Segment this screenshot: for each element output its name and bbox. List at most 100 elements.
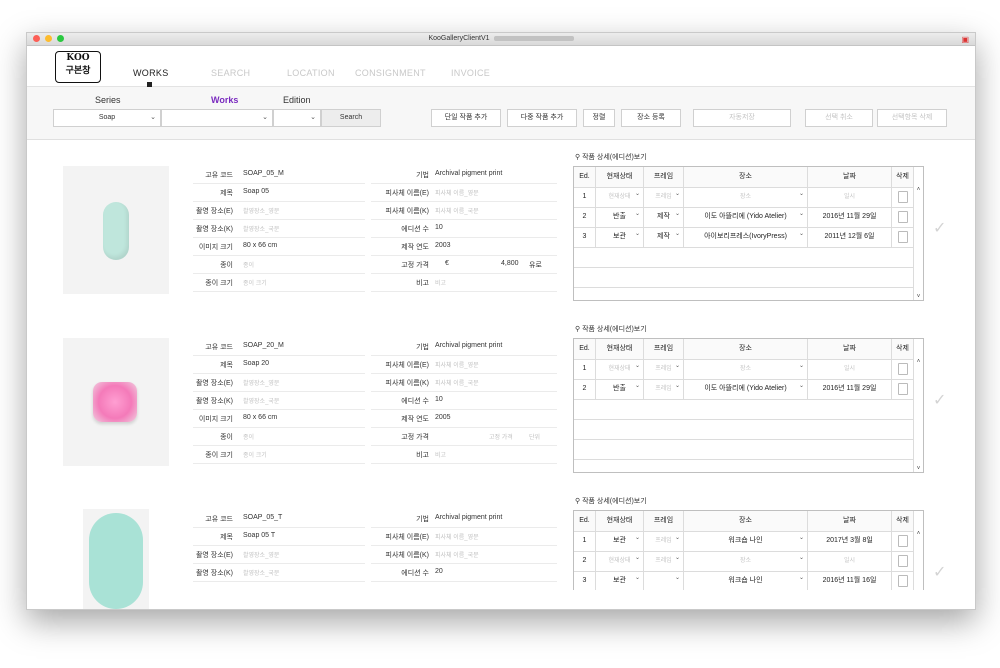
delete-edition-button[interactable] [892, 207, 914, 227]
edition-row[interactable]: 1 현재상태 ⌄ 프레임 ⌄ 장소 ⌄ 일시 [574, 187, 914, 208]
delete-edition-button[interactable] [892, 379, 914, 399]
tab-invoice[interactable]: INVOICE [451, 68, 490, 78]
edition-detail-toggle[interactable]: ⚲ 작품 상세(에디션)보기 [575, 496, 647, 506]
edition-select[interactable]: ⌄ [273, 109, 321, 127]
status-select[interactable]: 반출 ⌄ [596, 379, 644, 399]
add-single-work-button[interactable]: 단일 작품 추가 [431, 109, 501, 127]
edition-row[interactable]: 2 반출 ⌄ 제작 ⌄ 이도 아뜰리에 (Yido Atelier) ⌄ 2016년 … [574, 207, 914, 228]
register-location-button[interactable]: 장소 등록 [621, 109, 681, 127]
scroll-up-icon[interactable]: ˄ [914, 187, 923, 193]
place-select[interactable]: 이도 아뜰리에 (Yido Atelier) ⌄ [684, 207, 808, 227]
autosave-button[interactable]: 자동저장 [693, 109, 791, 127]
work-thumbnail[interactable] [63, 338, 169, 466]
work-row[interactable]: 고유 코드 SOAP_05_M 제목 Soap 05 촬영 장소(E) 촬영장소_영문… [27, 140, 975, 313]
price-value[interactable]: 4,800 [501, 260, 519, 267]
delete-edition-button[interactable] [892, 227, 914, 247]
code-value[interactable]: SOAP_20_M [243, 342, 284, 349]
minimize-window-button[interactable] [45, 35, 52, 42]
scroll-down-icon[interactable]: ˅ [914, 294, 923, 300]
add-multi-work-button[interactable]: 다중 작품 추가 [507, 109, 577, 127]
sort-button[interactable]: 정렬 [583, 109, 615, 127]
delete-edition-button[interactable] [892, 187, 914, 207]
code-value[interactable]: SOAP_05_T [243, 514, 282, 521]
edition-count-value[interactable]: 10 [435, 224, 443, 231]
edition-row[interactable]: 3 보관 ⌄ 제작 ⌄ 아이보리프레스(IvoryPress) ⌄ 2011년 12월… [574, 227, 914, 248]
place-select[interactable]: 이도 아뜰리에 (Yido Atelier) ⌄ [684, 379, 808, 399]
scroll-down-icon[interactable]: ˅ [914, 466, 923, 472]
subject-k-value[interactable]: 피사체 이름_국문 [435, 550, 479, 559]
tab-search[interactable]: SEARCH [211, 68, 250, 78]
year-value[interactable]: 2005 [435, 414, 451, 421]
edition-row[interactable]: 3 보관 ⌄ ⌄ 워크숍 나인 ⌄ 2016년 11월 16일 [574, 571, 914, 590]
delete-selection-button[interactable]: 선택항목 삭제 [877, 109, 947, 127]
series-select[interactable]: Soap ⌄ [53, 109, 161, 127]
subject-e-value[interactable]: 피사체 이름_영문 [435, 532, 479, 541]
work-thumbnail[interactable] [83, 509, 149, 609]
paper-size-value[interactable]: 종이 크기 [243, 278, 267, 287]
edition-count-value[interactable]: 10 [435, 396, 443, 403]
subject-e-value[interactable]: 피사체 이름_영문 [435, 360, 479, 369]
date-field[interactable]: 2016년 11월 16일 [808, 571, 892, 590]
delete-edition-button[interactable] [892, 531, 914, 551]
status-select[interactable]: 보관 ⌄ [596, 227, 644, 247]
scroll-up-icon[interactable]: ˄ [914, 531, 923, 537]
cancel-selection-button[interactable]: 선택 취소 [805, 109, 873, 127]
price-value[interactable]: 고정 가격 [489, 432, 513, 441]
edition-scrollbar[interactable]: ˄ [913, 531, 923, 590]
title-value[interactable]: Soap 05 T [243, 532, 275, 539]
note-value[interactable]: 비고 [435, 450, 446, 459]
close-window-button[interactable] [33, 35, 40, 42]
shot-loc-k-value[interactable]: 촬영장소_국문 [243, 396, 279, 405]
delete-edition-button[interactable] [892, 551, 914, 571]
shot-loc-e-value[interactable]: 촬영장소_영문 [243, 378, 279, 387]
place-select[interactable]: 워크숍 나인 ⌄ [684, 531, 808, 551]
date-field[interactable]: 2016년 11월 29일 [808, 207, 892, 227]
code-value[interactable]: SOAP_05_M [243, 170, 284, 177]
place-select[interactable]: 아이보리프레스(IvoryPress) ⌄ [684, 227, 808, 247]
paper-value[interactable]: 종이 [243, 260, 254, 269]
check-icon[interactable]: ✓ [933, 390, 946, 410]
frame-select[interactable]: ⌄ [644, 571, 684, 590]
frame-select[interactable]: 제작 ⌄ [644, 227, 684, 247]
edition-detail-toggle[interactable]: ⚲ 작품 상세(에디션)보기 [575, 152, 647, 162]
paper-value[interactable]: 종이 [243, 432, 254, 441]
edition-detail-toggle[interactable]: ⚲ 작품 상세(에디션)보기 [575, 324, 647, 334]
work-row[interactable]: 고유 코드 SOAP_05_T 제목 Soap 05 T 촬영 장소(E) 촬영장소_… [27, 484, 975, 609]
paper-size-value[interactable]: 종이 크기 [243, 450, 267, 459]
subject-k-value[interactable]: 피사체 이름_국문 [435, 206, 479, 215]
edition-scrollbar[interactable]: ˄ ˅ [913, 359, 923, 472]
shot-loc-e-value[interactable]: 촬영장소_영문 [243, 206, 279, 215]
img-size-value[interactable]: 80 x 66 cm [243, 414, 277, 421]
scroll-up-icon[interactable]: ˄ [914, 359, 923, 365]
edition-row[interactable]: 2 현재상태 ⌄ 프레임 ⌄ 장소 ⌄ 일시 [574, 551, 914, 572]
edition-scrollbar[interactable]: ˄ ˅ [913, 187, 923, 300]
price-unit[interactable]: 단위 [529, 432, 540, 441]
technique-value[interactable]: Archival pigment print [435, 342, 502, 349]
tab-works[interactable]: WORKS [133, 68, 169, 78]
technique-value[interactable]: Archival pigment print [435, 170, 502, 177]
work-row[interactable]: 고유 코드 SOAP_20_M 제목 Soap 20 촬영 장소(E) 촬영장소_영문… [27, 312, 975, 485]
price-unit[interactable]: 유로 [529, 260, 542, 270]
tab-location[interactable]: LOCATION [287, 68, 335, 78]
work-thumbnail[interactable] [63, 166, 169, 294]
place-select[interactable]: 워크숍 나인 ⌄ [684, 571, 808, 590]
title-value[interactable]: Soap 05 [243, 188, 269, 195]
tab-consignment[interactable]: CONSIGNMENT [355, 68, 426, 78]
check-icon[interactable]: ✓ [933, 562, 946, 582]
subject-e-value[interactable]: 피사체 이름_영문 [435, 188, 479, 197]
check-icon[interactable]: ✓ [933, 218, 946, 238]
works-select[interactable]: ⌄ [161, 109, 273, 127]
date-field[interactable]: 2016년 11월 29일 [808, 379, 892, 399]
date-field[interactable]: 일시 [808, 187, 892, 207]
delete-edition-button[interactable] [892, 359, 914, 379]
shot-loc-k-value[interactable]: 촬영장소_국문 [243, 568, 279, 577]
subject-k-value[interactable]: 피사체 이름_국문 [435, 378, 479, 387]
note-value[interactable]: 비고 [435, 278, 446, 287]
img-size-value[interactable]: 80 x 66 cm [243, 242, 277, 249]
date-field[interactable]: 일시 [808, 359, 892, 379]
edition-row[interactable]: 2 반출 ⌄ 프레임 ⌄ 이도 아뜰리에 (Yido Atelier) ⌄ 2016년… [574, 379, 914, 400]
zoom-window-button[interactable] [57, 35, 64, 42]
title-value[interactable]: Soap 20 [243, 360, 269, 367]
status-select[interactable]: 보관 ⌄ [596, 571, 644, 590]
place-select[interactable]: 장소 ⌄ [684, 551, 808, 571]
